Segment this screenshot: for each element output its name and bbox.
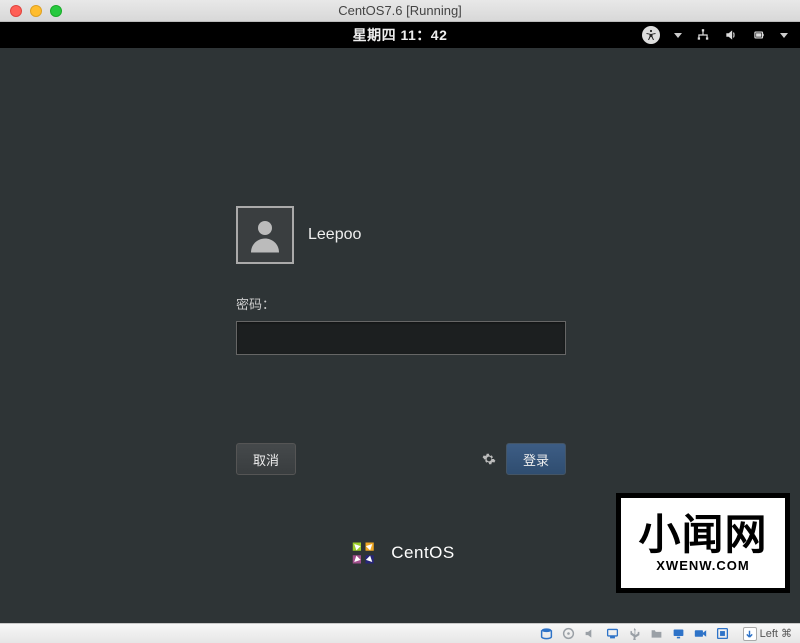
recording-icon[interactable] [693,626,709,642]
optical-drive-icon[interactable] [561,626,577,642]
audio-icon[interactable] [583,626,599,642]
traffic-lights [0,5,62,17]
topbar-right-cluster [642,26,788,44]
centos-logo: CentOS [345,535,454,571]
chevron-down-icon[interactable] [780,33,788,38]
button-row: 取消 登录 [236,443,566,475]
avatar [236,206,294,264]
cancel-button[interactable]: 取消 [236,443,296,475]
watermark: 小闻网 XWENW.COM [616,493,790,593]
host-key-label: Left ⌘ [760,627,792,640]
host-key-arrow-icon [743,627,757,641]
display-icon[interactable] [671,626,687,642]
watermark-en: XWENW.COM [656,558,750,573]
username-label: Leepoo [308,226,361,244]
guest-additions-icon[interactable] [715,626,731,642]
host-key-indicator[interactable]: Left ⌘ [743,627,792,641]
network-icon[interactable] [696,28,710,42]
usb-icon[interactable] [627,626,643,642]
centos-mark-icon [345,535,381,571]
watermark-cn: 小闻网 [638,514,767,556]
volume-icon[interactable] [724,28,738,42]
window-close-button[interactable] [10,5,22,17]
window-zoom-button[interactable] [50,5,62,17]
hard-disk-icon[interactable] [539,626,555,642]
password-input[interactable] [236,321,566,355]
window-title: CentOS7.6 [Running] [0,3,800,18]
network-adapter-icon[interactable] [605,626,621,642]
battery-icon[interactable] [752,28,766,42]
virtualbox-status-bar: Left ⌘ [0,623,800,643]
clock[interactable]: 星期四 11：42 [353,25,448,45]
chevron-down-icon[interactable] [674,33,682,38]
login-button[interactable]: 登录 [506,443,566,475]
cancel-button-label: 取消 [253,450,279,469]
window-minimize-button[interactable] [30,5,42,17]
mac-window-titlebar: CentOS7.6 [Running] [0,0,800,22]
accessibility-icon[interactable] [642,26,660,44]
login-panel: Leepoo 密码： 取消 登录 [236,206,566,475]
user-display: Leepoo [236,206,566,264]
gnome-topbar: 星期四 11：42 [0,22,800,48]
login-button-label: 登录 [523,450,549,469]
vm-screen: 星期四 11：42 Leepoo 密码： [0,22,800,623]
os-name: CentOS [391,543,454,563]
password-label: 密码： [236,294,566,313]
shared-folders-icon[interactable] [649,626,665,642]
login-cluster: 登录 [482,443,566,475]
gear-icon[interactable] [482,452,496,466]
